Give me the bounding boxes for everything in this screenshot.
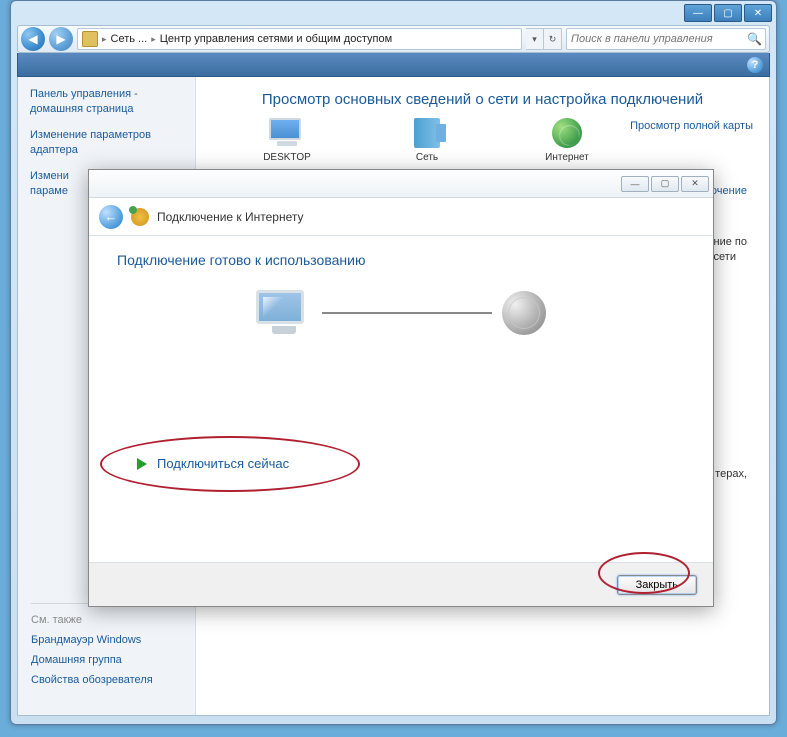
dialog-back-button[interactable]: ← [99,205,123,229]
breadcrumb-item[interactable]: Центр управления сетями и общим доступом [160,33,392,45]
search-input[interactable] [571,33,743,45]
connect-now-label: Подключиться сейчас [157,456,289,471]
device-this-pc[interactable]: DESKTOP [242,118,332,163]
connection-line-icon [322,312,492,314]
breadcrumb-item[interactable]: Сеть ... [111,33,148,45]
arrow-right-icon [137,458,147,470]
dialog-title: Подключение к Интернету [157,210,304,224]
address-icon [82,31,98,47]
address-toolbar: ◀ ▶ ▸ Сеть ... ▸ Центр управления сетями… [17,25,770,53]
minimize-button[interactable]: — [684,4,712,22]
dialog-body: Подключение готово к использованию Подкл… [89,236,713,562]
search-icon: 🔍 [747,32,761,46]
device-label: Сеть [416,152,438,163]
full-map-link[interactable]: Просмотр полной карты [630,120,753,132]
globe-icon [552,118,582,148]
connection-dialog: — ▢ ✕ ← Подключение к Интернету Подключе… [88,169,714,607]
network-map: DESKTOP Сеть Интернет Просмотр полной ка… [212,118,753,163]
dialog-minimize-button[interactable]: — [621,176,649,192]
computer-icon [269,118,305,148]
close-button[interactable]: ✕ [744,4,772,22]
close-button[interactable]: Закрыть [617,575,697,595]
partial-text: терах, [715,467,747,482]
breadcrumb-sep-icon: ▸ [102,34,107,45]
nav-back-button[interactable]: ◀ [21,27,45,51]
maximize-button[interactable]: ▢ [714,4,742,22]
page-title: Просмотр основных сведений о сети и наст… [212,91,753,108]
help-icon[interactable]: ? [747,57,763,73]
sidebar-link-browser[interactable]: Свойства обозревателя [31,674,191,686]
sidebar-link-adapter[interactable]: Изменение параметров адаптера [30,128,183,159]
globe-gray-icon [502,291,546,335]
device-label: DESKTOP [263,152,311,163]
dialog-titlebar: — ▢ ✕ [89,170,713,198]
wizard-icon [131,208,149,226]
breadcrumb-sep-icon: ▸ [151,34,156,45]
nav-forward-button[interactable]: ▶ [49,27,73,51]
dialog-close-button[interactable]: ✕ [681,176,709,192]
dialog-maximize-button[interactable]: ▢ [651,176,679,192]
breadcrumb-dropdown-button[interactable]: ▾ [526,28,544,50]
connect-now-link[interactable]: Подключиться сейчас [137,456,685,471]
search-box[interactable]: 🔍 [566,28,766,50]
sidebar-link-firewall[interactable]: Брандмауэр Windows [31,634,191,646]
dialog-heading: Подключение готово к использованию [117,252,685,268]
breadcrumb[interactable]: ▸ Сеть ... ▸ Центр управления сетями и о… [77,28,522,50]
partial-text: ние по сети [714,235,747,266]
connection-graphic [117,290,685,336]
device-internet[interactable]: Интернет [522,118,612,163]
sidebar-footer: См. также Брандмауэр Windows Домашняя гр… [31,603,191,694]
device-label: Интернет [545,152,589,163]
dialog-header: ← Подключение к Интернету [89,198,713,236]
window-titlebar: — ▢ ✕ [11,1,776,25]
device-network[interactable]: Сеть [382,118,472,163]
command-bar: ? [17,53,770,77]
dialog-footer: Закрыть [89,562,713,606]
computer-icon [256,290,312,336]
network-icon [414,118,440,148]
sidebar-home-link[interactable]: Панель управления - домашняя страница [30,87,183,118]
refresh-button[interactable]: ↻ [544,28,562,50]
sidebar-link-homegroup[interactable]: Домашняя группа [31,654,191,666]
